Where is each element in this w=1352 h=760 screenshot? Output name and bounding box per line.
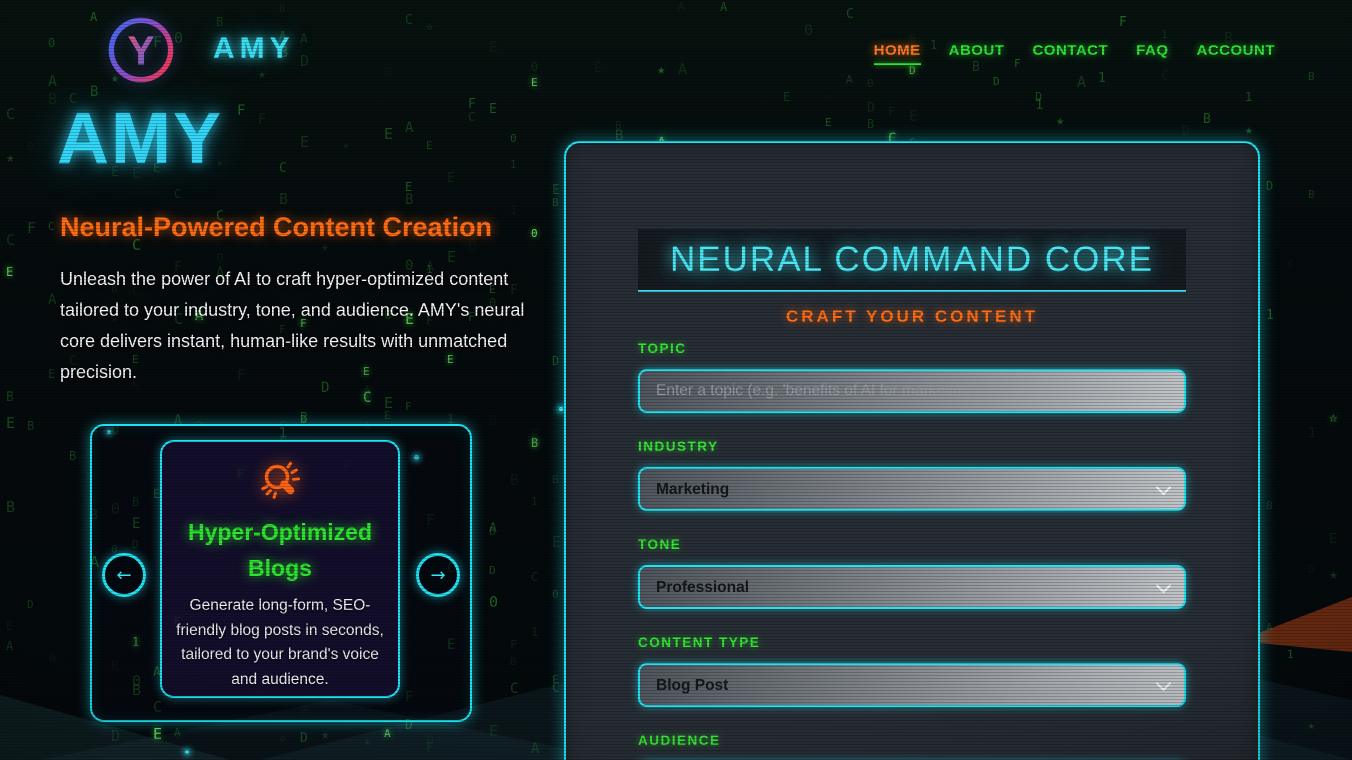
tone-label: TONE xyxy=(638,537,682,552)
arrow-left-icon: ← xyxy=(116,564,132,586)
nav-item-faq[interactable]: FAQ xyxy=(1136,42,1168,59)
nav-item-home[interactable]: HOME xyxy=(874,42,921,65)
glow-dot xyxy=(185,750,189,754)
feature-card-description: Generate long-form, SEO-friendly blog po… xyxy=(176,597,384,688)
hero-description: Unleash the power of AI to craft hyper-o… xyxy=(60,269,525,382)
brand-name[interactable]: AMY xyxy=(213,32,295,66)
nav-item-contact[interactable]: CONTACT xyxy=(1032,42,1108,59)
feature-carousel: Hyper-Optimized Blogs Generate long-form… xyxy=(90,424,472,722)
logo-letter: Y xyxy=(127,27,154,73)
glow-dot xyxy=(559,407,563,411)
audience-field-group: AUDIENCE xyxy=(638,733,1186,760)
feature-card: Hyper-Optimized Blogs Generate long-form… xyxy=(160,440,400,698)
content-type-field-group: CONTENT TYPE Blog Post xyxy=(638,635,1186,707)
content-type-label: CONTENT TYPE xyxy=(638,635,761,650)
brand-logo-icon[interactable]: Y xyxy=(103,12,179,88)
content-type-select[interactable]: Blog Post xyxy=(638,663,1186,707)
tone-select[interactable]: Professional xyxy=(638,565,1186,609)
industry-select[interactable]: Marketing xyxy=(638,467,1186,511)
command-core-panel: NEURAL COMMAND CORE CRAFT YOUR CONTENT T… xyxy=(564,141,1260,760)
panel-subtitle: CRAFT YOUR CONTENT xyxy=(785,307,1038,326)
page-title: AMY xyxy=(57,99,223,179)
lightbulb-icon xyxy=(261,461,300,499)
nav-item-account[interactable]: ACCOUNT xyxy=(1197,42,1276,59)
feature-card-title: Hyper-Optimized Blogs xyxy=(187,519,373,581)
page: D★DDC☆F0E★EC0ADBCCEE★☆EFBC000E0EBFA00BE1… xyxy=(0,0,1352,760)
panel-title: NEURAL COMMAND CORE xyxy=(670,240,1154,279)
panel-title-strip: NEURAL COMMAND CORE xyxy=(638,229,1186,292)
topic-label: TOPIC xyxy=(638,341,687,356)
tone-field-group: TONE Professional xyxy=(638,537,1186,609)
topic-field-group: TOPIC xyxy=(638,341,1186,413)
topic-input[interactable] xyxy=(638,369,1186,413)
arrow-right-icon: → xyxy=(430,564,446,586)
audience-label: AUDIENCE xyxy=(638,733,721,748)
nav-item-about[interactable]: ABOUT xyxy=(949,42,1005,59)
industry-label: INDUSTRY xyxy=(638,439,719,454)
page-subtitle: Neural-Powered Content Creation xyxy=(60,212,493,242)
industry-field-group: INDUSTRY Marketing xyxy=(638,439,1186,511)
main-nav: HOME ABOUT CONTACT FAQ ACCOUNT xyxy=(874,42,1275,65)
carousel-next-button[interactable]: → xyxy=(416,553,460,597)
carousel-prev-button[interactable]: ← xyxy=(102,553,146,597)
